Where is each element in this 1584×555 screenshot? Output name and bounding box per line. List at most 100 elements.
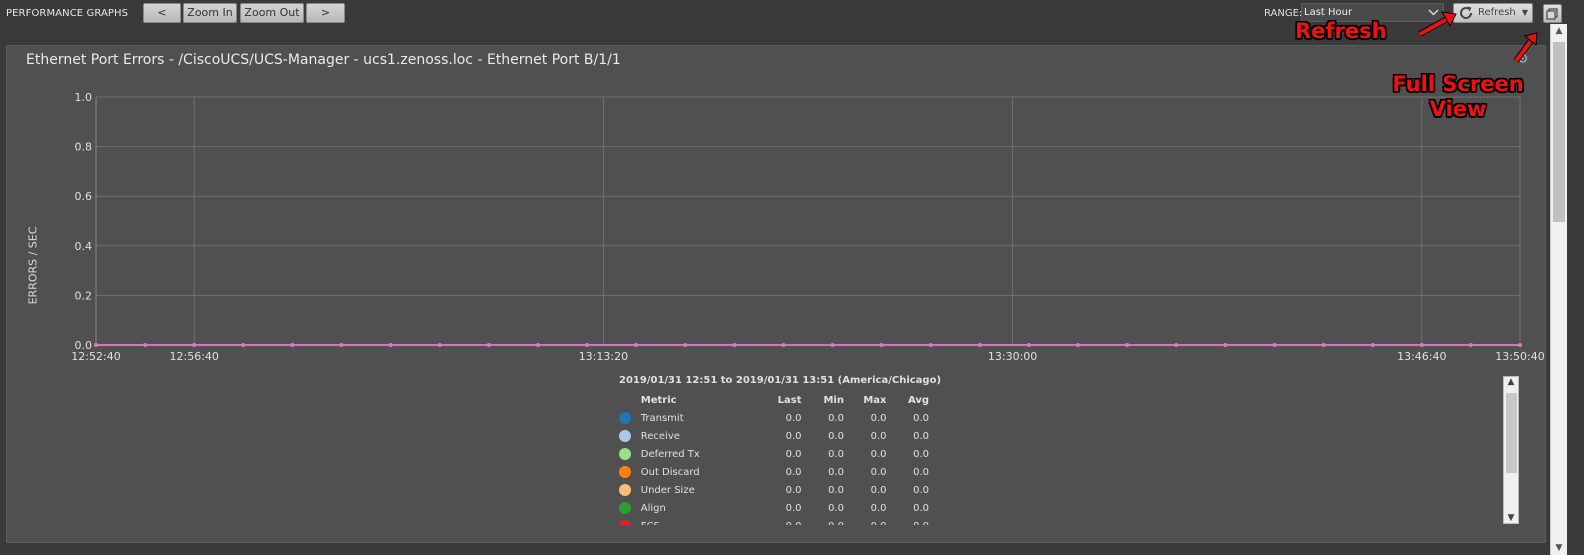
y-tick-label: 0.6	[75, 190, 93, 203]
refresh-icon	[1458, 5, 1474, 28]
legend-color-cell	[619, 499, 641, 517]
legend-row[interactable]: FCS0.00.00.00.0	[619, 517, 929, 525]
full-screen-annotation-line2: View	[1429, 97, 1487, 121]
legend-row[interactable]: Under Size 0.0 0.0 0.0 0.0	[619, 481, 929, 499]
caret-down-icon[interactable]: ▼	[1522, 4, 1528, 22]
legend-max-value: 0.0	[870, 448, 887, 460]
range-label: RANGE:	[1264, 8, 1303, 19]
legend-max-value: 0.0	[870, 466, 887, 478]
zoom-out-button[interactable]: Zoom Out	[240, 3, 304, 23]
legend-avg-value: 0.0	[913, 412, 929, 424]
legend-max-header: Max	[863, 394, 887, 406]
data-point	[94, 343, 98, 347]
data-point	[535, 343, 540, 347]
legend-avg-value: 0.0	[913, 448, 929, 460]
legend-avg-value: 0.0	[913, 430, 929, 442]
next-button[interactable]: >	[306, 3, 345, 23]
scroll-down-icon[interactable]: ▼	[1504, 513, 1518, 523]
refresh-label: Refresh	[1478, 7, 1516, 18]
zoom-in-button[interactable]: Zoom In	[183, 3, 237, 23]
legend-max-value: 0.0	[870, 484, 887, 496]
legend-header-row: Metric Last Min Max Avg	[619, 391, 929, 409]
legend-min-value: 0.0	[828, 484, 844, 496]
legend-scrollbar[interactable]: ▲ ▼	[1503, 376, 1519, 524]
legend-last-value: 0.0	[785, 502, 802, 514]
legend-row[interactable]: Receive 0.0 0.0 0.0 0.0	[619, 427, 929, 445]
refresh-annotation: Refresh	[1295, 19, 1387, 43]
data-point	[1026, 343, 1031, 347]
legend-metric-name: Deferred Tx	[640, 448, 700, 460]
data-point	[290, 343, 295, 347]
legend-time-range: 2019/01/31 12:51 to 2019/01/31 13:51 (Am…	[619, 375, 942, 386]
data-point	[1419, 343, 1424, 347]
x-tick-label: 13:30:00	[988, 350, 1037, 363]
x-tick-label: 13:46:40	[1397, 350, 1446, 363]
data-point	[928, 343, 933, 347]
data-point	[1370, 343, 1375, 347]
section-title: PERFORMANCE GRAPHS	[6, 8, 129, 19]
range-value: Last Hour	[1304, 7, 1353, 18]
legend-avg-value: 0.0	[913, 484, 929, 496]
y-tick-label: 0.8	[75, 141, 93, 154]
legend-row[interactable]: Out Discard 0.0 0.0 0.0 0.0	[619, 463, 929, 481]
data-point	[585, 343, 590, 347]
x-tick-label: 12:52:40	[71, 350, 120, 363]
legend-color-header	[619, 391, 641, 409]
legend-avg-value: 0.0	[913, 502, 929, 514]
legend-max-value: 0.0	[844, 517, 887, 526]
legend-min-header: Min	[823, 394, 844, 406]
data-point	[781, 343, 786, 347]
data-point	[143, 343, 148, 347]
full-screen-button[interactable]	[1543, 4, 1562, 23]
legend-metric-name: Receive	[640, 430, 680, 442]
chevron-down-icon	[1428, 4, 1439, 27]
legend-row[interactable]: Deferred Tx 0.0 0.0 0.0 0.0	[619, 445, 929, 463]
legend-metric-name: FCS	[641, 517, 759, 526]
data-point	[879, 343, 884, 347]
y-tick-label: 0.2	[75, 289, 93, 302]
legend-row[interactable]: Align 0.0 0.0 0.0 0.0	[619, 499, 929, 517]
data-point	[437, 343, 442, 347]
legend-color-cell	[619, 409, 641, 427]
scroll-up-icon[interactable]: ▲	[1504, 377, 1518, 387]
refresh-button[interactable]: Refresh ▼	[1453, 3, 1533, 23]
data-point	[486, 343, 491, 347]
legend-table-wrap: Metric Last Min Max Avg Transmit 0.0 0.0 0.…	[619, 391, 929, 525]
graph-panel: Ethernet Port Errors - /CiscoUCS/UCS-Man…	[6, 45, 1546, 543]
data-point	[388, 343, 393, 347]
scroll-down-icon[interactable]: ▼	[1551, 543, 1567, 553]
legend-max-value: 0.0	[870, 502, 887, 514]
legend-avg-value: 0.0	[913, 466, 929, 478]
legend-metric-name: Align	[640, 502, 666, 514]
y-tick-label: 0.4	[75, 240, 93, 253]
data-point	[192, 343, 197, 347]
legend-min-value: 0.0	[828, 448, 844, 460]
legend-min-value: 0.0	[828, 430, 844, 442]
legend-metric-name: Out Discard	[640, 466, 700, 478]
legend-color-cell	[619, 427, 641, 445]
previous-button[interactable]: <	[143, 3, 181, 23]
legend-min-value: 0.0	[802, 517, 844, 526]
line-chart: 1.00.80.60.40.20.012:52:40 12:56:40 13:13:…	[71, 91, 1544, 363]
data-point	[1125, 343, 1130, 347]
legend-last-header: Last	[777, 394, 802, 406]
legend-avg-header: Avg	[907, 394, 929, 406]
data-point	[634, 343, 639, 347]
x-tick-label: 13:13:20	[579, 350, 628, 363]
data-point	[1468, 343, 1473, 347]
data-point	[339, 343, 344, 347]
full-screen-annotation-line1: Full Screen	[1392, 72, 1524, 96]
data-point	[1518, 343, 1522, 347]
page-scroll-thumb[interactable]	[1553, 42, 1565, 222]
legend-min-value: 0.0	[828, 502, 844, 514]
legend-max-value: 0.0	[870, 412, 887, 424]
legend-last-value: 0.0	[759, 517, 802, 526]
data-point	[241, 343, 246, 347]
legend-min-value: 0.0	[828, 466, 844, 478]
legend-scroll-thumb[interactable]	[1506, 393, 1517, 473]
scroll-up-icon[interactable]: ▲	[1551, 26, 1567, 36]
legend-row[interactable]: Transmit 0.0 0.0 0.0 0.0	[619, 409, 929, 427]
page-scrollbar[interactable]: ▲ ▼	[1550, 24, 1567, 555]
legend-color-swatch	[619, 502, 631, 514]
legend-last-value: 0.0	[785, 448, 802, 460]
